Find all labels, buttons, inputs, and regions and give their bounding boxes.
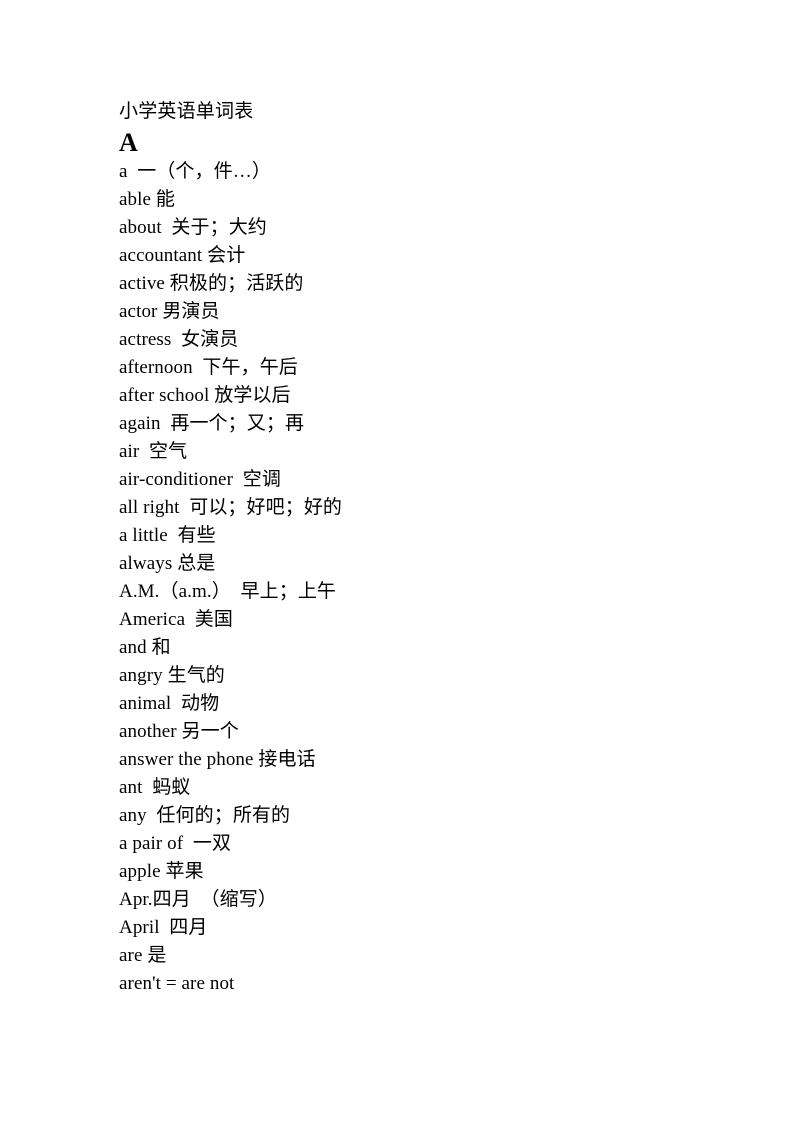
list-item: a little 有些 — [119, 525, 216, 546]
list-item: afternoon 下午，午后 — [119, 357, 298, 378]
document-content: 小学英语单词表 A a 一（个，件…） able 能 about 关于；大约 a… — [119, 98, 739, 998]
list-item: always 总是 — [119, 553, 216, 574]
list-item: are 是 — [119, 945, 167, 966]
list-item: active 积极的；活跃的 — [119, 273, 304, 294]
list-item: angry 生气的 — [119, 665, 225, 686]
list-item: ant 蚂蚁 — [119, 777, 191, 798]
page-title: 小学英语单词表 — [119, 101, 254, 122]
list-item: about 关于；大约 — [119, 217, 267, 238]
list-item: actor 男演员 — [119, 301, 220, 322]
section-heading-letter: A — [119, 128, 138, 157]
list-item: a pair of 一双 — [119, 833, 232, 854]
list-item: another 另一个 — [119, 721, 239, 742]
list-item: America 美国 — [119, 609, 234, 630]
list-item: animal 动物 — [119, 693, 220, 714]
list-item: after school 放学以后 — [119, 385, 291, 406]
document-page: 小学英语单词表 A a 一（个，件…） able 能 about 关于；大约 a… — [0, 0, 793, 1122]
list-item: A.M.（a.m.） 早上；上午 — [119, 581, 337, 602]
list-item: accountant 会计 — [119, 245, 246, 266]
list-item: air-conditioner 空调 — [119, 469, 281, 490]
list-item: air 空气 — [119, 441, 188, 462]
list-item: any 任何的；所有的 — [119, 805, 291, 826]
list-item: able 能 — [119, 189, 175, 210]
list-item: a 一（个，件…） — [119, 161, 271, 182]
list-item: answer the phone 接电话 — [119, 749, 316, 770]
list-item: again 再一个；又；再 — [119, 413, 305, 434]
list-item: actress 女演员 — [119, 329, 239, 350]
vocabulary-entry-list: a 一（个，件…） able 能 about 关于；大约 accountant … — [119, 158, 739, 998]
list-item: aren't = are not — [119, 973, 235, 994]
list-item: apple 苹果 — [119, 861, 204, 882]
list-item: all right 可以；好吧；好的 — [119, 497, 343, 518]
list-item: April 四月 — [119, 917, 208, 938]
list-item: and 和 — [119, 637, 171, 658]
list-item: Apr.四月 （缩写） — [119, 889, 277, 910]
